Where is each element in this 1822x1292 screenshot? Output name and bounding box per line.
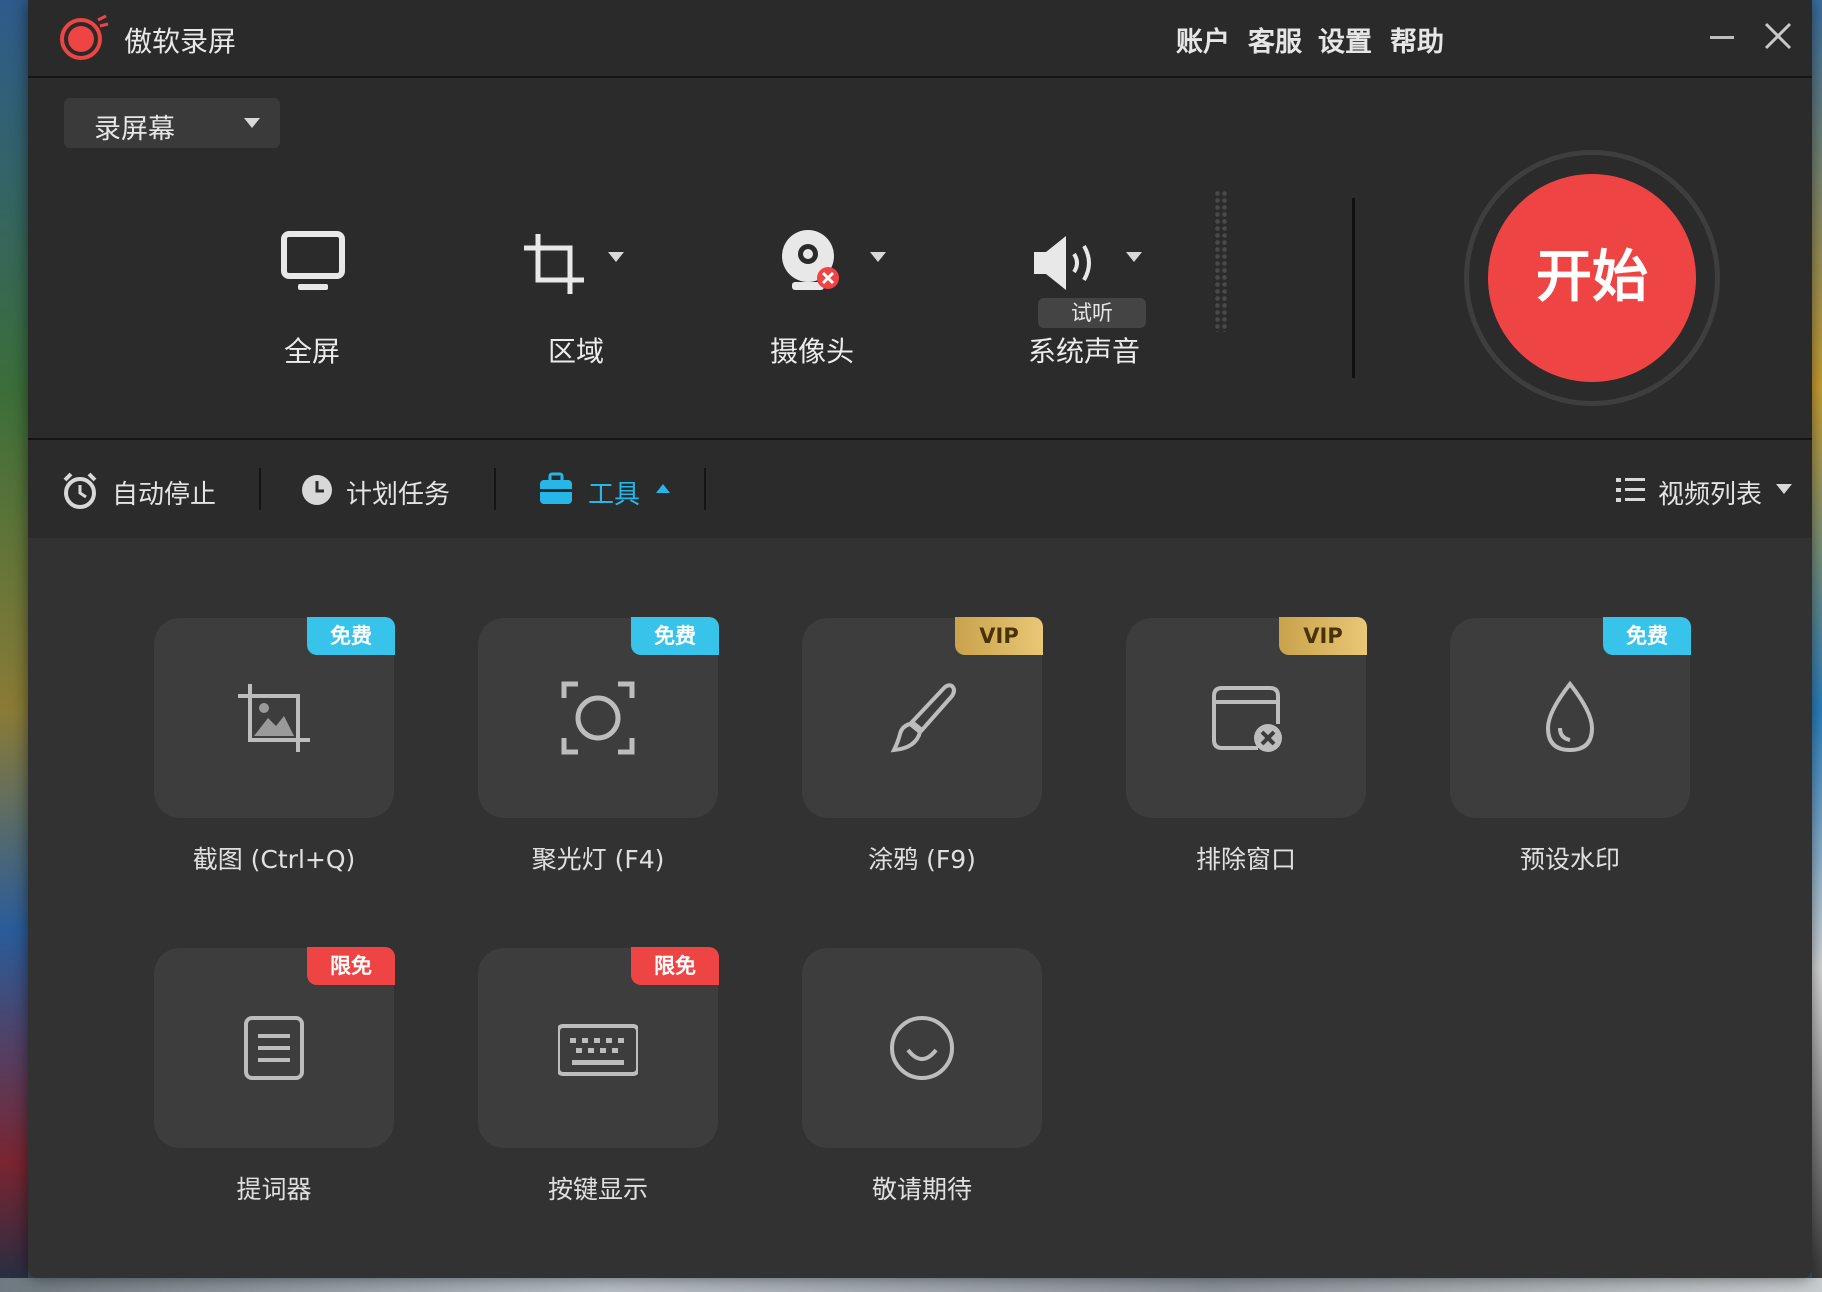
spotlight-icon (561, 681, 635, 755)
smile-icon (890, 1016, 954, 1080)
webcam-icon (782, 230, 839, 290)
app-logo-icon (60, 14, 109, 60)
limited-free-badge: 限免 (631, 947, 719, 985)
toolbar-separator (259, 468, 261, 510)
source-region-label: 区域 (548, 335, 605, 368)
tool-doodle-label: 涂鸦 (F9) (868, 845, 976, 874)
vertical-divider (1352, 198, 1355, 378)
chevron-up-icon (656, 484, 670, 493)
free-badge: 免费 (631, 617, 719, 655)
menu-settings[interactable]: 设置 (1318, 20, 1372, 59)
tools-tab-label: 工具 (588, 480, 641, 510)
keyboard-icon (558, 1024, 638, 1076)
tool-spotlight-label: 聚光灯 (F4) (531, 845, 665, 874)
tool-screenshot-label: 截图 (Ctrl+Q) (192, 845, 356, 874)
source-fullscreen-label: 全屏 (284, 335, 341, 368)
schedule-task-label: 计划任务 (346, 480, 451, 510)
clock-icon (302, 475, 332, 505)
list-icon (1616, 478, 1645, 502)
chevron-down-icon (244, 118, 260, 128)
tool-exclude-window-label: 排除窗口 (1195, 845, 1296, 874)
toolbar-separator (494, 468, 496, 510)
audio-level-meter (1214, 190, 1228, 332)
source-system-audio-label: 系统声音 (1028, 335, 1141, 368)
tool-keystroke-display-label: 按键显示 (547, 1175, 648, 1204)
crop-icon (524, 234, 584, 294)
auto-stop-button[interactable]: 自动停止 (62, 468, 252, 512)
title-bar[interactable]: 傲软录屏 账户 客服 设置 帮助 (28, 0, 1812, 78)
source-webcam[interactable]: 摄像头 (718, 200, 918, 380)
screenshot-icon (238, 684, 310, 752)
desktop-right-edge (1812, 0, 1822, 1292)
toolbox-icon (540, 472, 572, 504)
tools-panel: 免费 截图 (Ctrl+Q) 免费 聚光灯 (F4) VIP 涂鸦 (F9) V… (28, 538, 1812, 1278)
app-title: 傲软录屏 (124, 25, 237, 58)
free-badge: 免费 (1603, 617, 1691, 655)
limited-free-badge: 限免 (307, 947, 395, 985)
alarm-clock-icon (63, 472, 97, 509)
auto-stop-label: 自动停止 (112, 480, 217, 510)
close-icon[interactable] (1760, 18, 1796, 54)
source-region[interactable]: 区域 (468, 200, 668, 380)
video-list-button[interactable]: 视频列表 (1616, 468, 1800, 512)
schedule-task-button[interactable]: 计划任务 (300, 468, 490, 512)
tool-doodle[interactable]: VIP (802, 617, 1043, 818)
brush-icon (890, 683, 956, 753)
webcam-dropdown-arrow-icon[interactable] (870, 252, 886, 262)
teleprompter-icon (244, 1016, 304, 1080)
speaker-icon (1034, 236, 1091, 290)
menu-support[interactable]: 客服 (1248, 20, 1302, 59)
tools-tab[interactable]: 工具 (538, 468, 688, 512)
vip-badge: VIP (955, 617, 1043, 655)
menu-account[interactable]: 账户 (1176, 20, 1230, 59)
source-fullscreen[interactable]: 全屏 (188, 200, 428, 380)
app-window: 傲软录屏 账户 客服 设置 帮助 录屏幕 全屏 区域 摄像头 系统声音 试听 开… (28, 0, 1812, 1278)
tool-spotlight[interactable]: 免费 (478, 617, 719, 818)
menu-help[interactable]: 帮助 (1390, 20, 1444, 59)
tool-teleprompter-label: 提词器 (236, 1175, 312, 1204)
record-mode-label: 录屏幕 (94, 114, 175, 145)
tool-keystroke-display[interactable]: 限免 (478, 947, 719, 1148)
minimize-icon[interactable] (1710, 36, 1734, 39)
function-toolbar: 自动停止 计划任务 工具 视频列表 (28, 440, 1812, 538)
chevron-down-icon (1776, 484, 1792, 494)
audio-test-button[interactable]: 试听 (1038, 298, 1146, 328)
region-dropdown-arrow-icon[interactable] (608, 252, 624, 262)
record-mode-dropdown[interactable]: 录屏幕 (64, 98, 280, 148)
tool-screenshot[interactable]: 免费 (154, 617, 395, 818)
tool-teleprompter[interactable]: 限免 (154, 947, 395, 1148)
audio-dropdown-arrow-icon[interactable] (1126, 252, 1142, 262)
source-webcam-label: 摄像头 (770, 335, 855, 368)
monitor-icon (281, 231, 345, 290)
desktop-bottom-edge (0, 1278, 1822, 1292)
watermark-drop-icon (1545, 680, 1595, 753)
tool-watermark[interactable]: 免费 (1450, 617, 1691, 818)
exclude-window-icon (1212, 686, 1282, 752)
tool-exclude-window[interactable]: VIP (1126, 617, 1367, 818)
source-system-audio[interactable]: 系统声音 (1008, 200, 1208, 380)
desktop-left-edge (0, 0, 28, 1292)
tool-coming-soon[interactable] (802, 948, 1042, 1148)
vip-badge: VIP (1279, 617, 1367, 655)
start-record-button[interactable]: 开始 (1488, 174, 1696, 382)
video-list-label: 视频列表 (1658, 480, 1763, 510)
tool-watermark-label: 预设水印 (1519, 845, 1620, 874)
tool-coming-soon-label: 敬请期待 (871, 1175, 972, 1204)
toolbar-separator (704, 468, 706, 510)
free-badge: 免费 (307, 617, 395, 655)
